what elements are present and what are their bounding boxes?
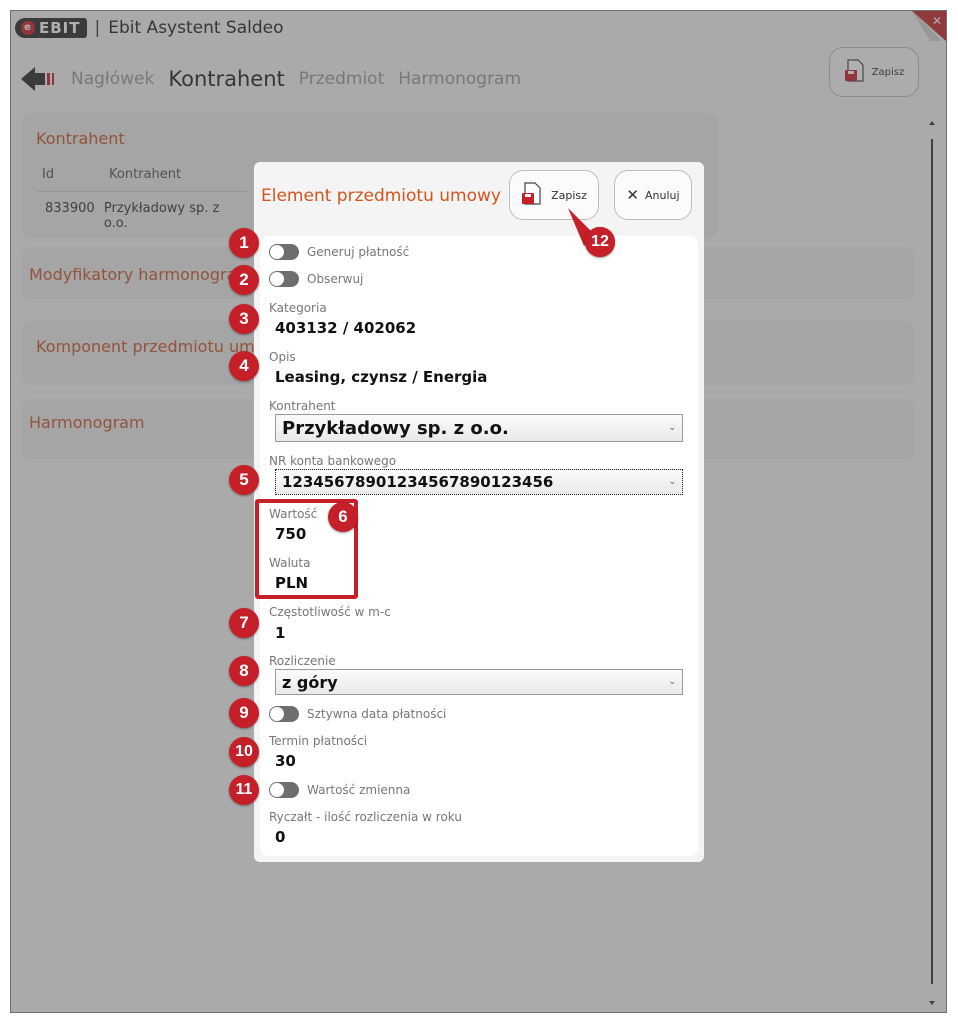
- badge-4: 4: [229, 351, 259, 381]
- dialog-cancel-button[interactable]: ✕ Anuluj: [614, 170, 692, 220]
- opis-value[interactable]: Leasing, czynsz / Energia: [275, 368, 487, 386]
- rozliczenie-select-value: z góry: [282, 672, 338, 692]
- badge-11: 11: [229, 775, 259, 805]
- badge-7: 7: [229, 608, 259, 638]
- obserwuj-label: Obserwuj: [307, 272, 364, 286]
- chevron-down-icon: ⌄: [668, 677, 676, 687]
- wartosc-zmienna-row: Wartość zmienna: [269, 782, 410, 798]
- generuj-platnosc-label: Generuj płatność: [307, 245, 410, 259]
- kategoria-label: Kategoria: [269, 301, 327, 315]
- chevron-down-icon: ⌄: [668, 423, 676, 433]
- badge-8: 8: [229, 656, 259, 686]
- badge-1: 1: [229, 228, 259, 258]
- sztywna-data-label: Sztywna data płatności: [307, 707, 447, 721]
- badge-10: 10: [229, 737, 259, 767]
- ryczalt-value[interactable]: 0: [275, 828, 285, 846]
- czestotliwosc-label: Częstotliwość w m-c: [269, 605, 391, 619]
- kontrahent-label: Kontrahent: [269, 399, 336, 413]
- chevron-down-icon: ⌄: [668, 477, 676, 487]
- czestotliwosc-value[interactable]: 1: [275, 624, 285, 642]
- opis-label: Opis: [269, 350, 296, 364]
- ryczalt-label: Ryczałt - ilość rozliczenia w roku: [269, 810, 462, 824]
- konto-label: NR konta bankowego: [269, 454, 397, 468]
- kontrahent-select[interactable]: Przykładowy sp. z o.o. ⌄: [275, 414, 683, 442]
- dialog-cancel-label: Anuluj: [645, 188, 680, 202]
- badge-3: 3: [229, 304, 259, 334]
- wartosc-zmienna-label: Wartość zmienna: [307, 783, 411, 797]
- badge-6: 6: [328, 502, 358, 532]
- rozliczenie-select[interactable]: z góry ⌄: [275, 669, 683, 695]
- badge-2: 2: [229, 265, 259, 295]
- cancel-x-icon: ✕: [626, 186, 639, 204]
- konto-select[interactable]: 12345678901234567890123456 ⌄: [275, 469, 683, 495]
- save-document-icon: [521, 181, 543, 209]
- obserwuj-row: Obserwuj: [269, 271, 363, 287]
- rozliczenie-label: Rozliczenie: [269, 654, 336, 668]
- termin-label: Termin płatności: [269, 734, 368, 748]
- badge-5: 5: [229, 465, 259, 495]
- badge-9: 9: [229, 698, 259, 728]
- konto-select-value: 12345678901234567890123456: [282, 473, 554, 491]
- dialog-title: Element przedmiotu umowy: [261, 186, 501, 206]
- sztywna-data-toggle[interactable]: [269, 706, 299, 722]
- obserwuj-toggle[interactable]: [269, 271, 299, 287]
- kategoria-value[interactable]: 403132 / 402062: [275, 319, 416, 337]
- sztywna-data-row: Sztywna data płatności: [269, 706, 446, 722]
- generuj-platnosc-toggle[interactable]: [269, 244, 299, 260]
- termin-value[interactable]: 30: [275, 752, 296, 770]
- generuj-platnosc-row: Generuj płatność: [269, 244, 409, 260]
- badge-12: 12: [585, 227, 615, 257]
- kontrahent-select-value: Przykładowy sp. z o.o.: [282, 417, 509, 439]
- wartosc-zmienna-toggle[interactable]: [269, 782, 299, 798]
- dialog-save-label: Zapisz: [551, 188, 587, 202]
